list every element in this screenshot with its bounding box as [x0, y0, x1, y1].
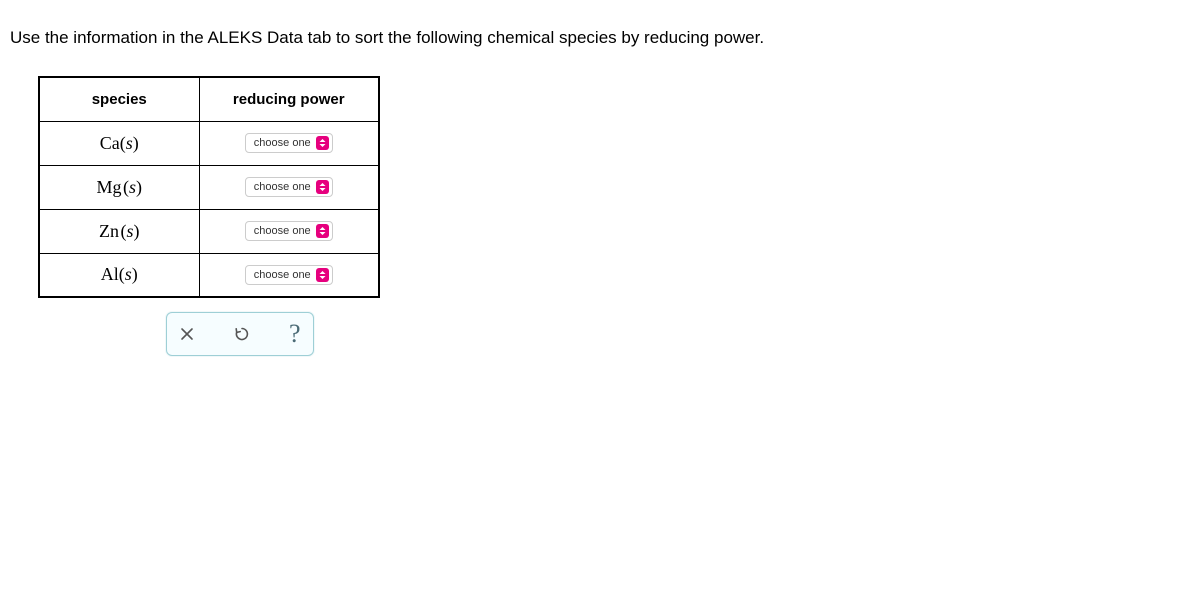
header-species: species: [39, 77, 199, 121]
help-icon: ?: [289, 321, 301, 347]
stepper-icon: [316, 224, 329, 238]
close-icon: [179, 326, 195, 342]
reset-button[interactable]: [231, 323, 253, 345]
species-formula: Al(s): [101, 264, 138, 284]
clear-button[interactable]: [177, 324, 197, 344]
table-row: Zn (s) choose one: [39, 209, 379, 253]
species-table: species reducing power Ca(s) choose one: [38, 76, 380, 298]
header-reducing-power: reducing power: [199, 77, 379, 121]
table-row: Ca(s) choose one: [39, 121, 379, 165]
reducing-power-select[interactable]: choose one: [245, 265, 333, 285]
action-bar: ?: [166, 312, 314, 356]
reducing-power-select[interactable]: choose one: [245, 177, 333, 197]
help-button[interactable]: ?: [287, 319, 303, 349]
table-row: Mg (s) choose one: [39, 165, 379, 209]
table-row: Al(s) choose one: [39, 253, 379, 297]
reducing-power-select[interactable]: choose one: [245, 133, 333, 153]
species-formula: Mg (s): [96, 177, 142, 197]
stepper-icon: [316, 268, 329, 282]
stepper-icon: [316, 180, 329, 194]
species-formula: Ca(s): [100, 133, 139, 153]
reducing-power-select[interactable]: choose one: [245, 221, 333, 241]
undo-icon: [233, 325, 251, 343]
species-formula: Zn (s): [99, 221, 140, 241]
instruction-text: Use the information in the ALEKS Data ta…: [10, 28, 1190, 48]
stepper-icon: [316, 136, 329, 150]
